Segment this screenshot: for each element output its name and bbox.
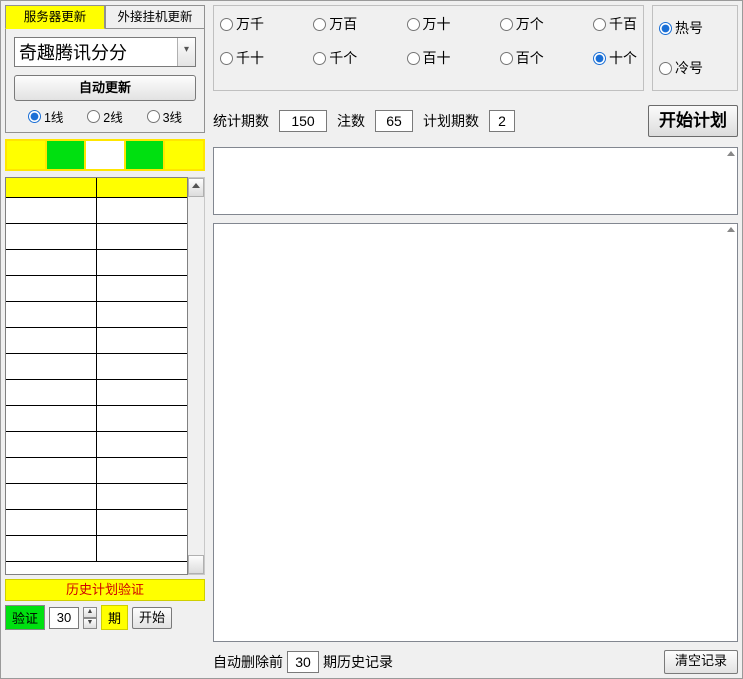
auto-update-button[interactable]: 自动更新 (14, 75, 196, 101)
top-option-row: 万千 万百 万十 万个 千百 千十 千个 百十 百个 十个 热 (213, 5, 738, 91)
tab-external-update[interactable]: 外接挂机更新 (105, 5, 205, 29)
table-row (6, 276, 187, 302)
app-window: 服务器更新 外接挂机更新 奇趣腾讯分分 ▾ 自动更新 1线 2线 3线 (0, 0, 743, 679)
period-unit-label: 期 (101, 605, 128, 630)
color-cell-5 (165, 141, 203, 169)
table-row (6, 406, 187, 432)
line-radio-group: 1线 2线 3线 (14, 101, 196, 126)
table-row (6, 250, 187, 276)
color-cell-4 (126, 141, 166, 169)
auto-delete-prefix: 自动删除前 (213, 652, 283, 672)
verify-spinner[interactable]: ▲ ▼ (83, 607, 97, 629)
table-row (6, 224, 187, 250)
table-row (6, 354, 187, 380)
dropdown-arrow-icon[interactable]: ▾ (177, 38, 195, 66)
stat-periods-input[interactable] (279, 110, 327, 132)
plan-periods-label: 计划期数 (423, 111, 479, 131)
pos-option[interactable]: 十个 (593, 48, 637, 68)
grid-header (6, 178, 187, 198)
grid-scrollbar[interactable] (188, 177, 205, 575)
table-row (6, 302, 187, 328)
bets-input[interactable] (375, 110, 413, 132)
start-verify-button[interactable]: 开始 (132, 607, 172, 629)
table-row (6, 432, 187, 458)
data-grid[interactable] (5, 177, 188, 575)
auto-delete-suffix: 期历史记录 (323, 652, 393, 672)
tab-server-update[interactable]: 服务器更新 (5, 5, 105, 29)
pos-option[interactable]: 万个 (500, 14, 544, 34)
spinner-up-icon[interactable]: ▲ (83, 607, 97, 618)
pos-option[interactable]: 万百 (313, 14, 357, 34)
pos-option[interactable]: 百十 (407, 48, 451, 68)
output-textbox-2[interactable] (213, 223, 738, 642)
spinner-down-icon[interactable]: ▼ (83, 618, 97, 629)
pos-option[interactable]: 万十 (407, 14, 451, 34)
color-indicator-row (5, 139, 205, 171)
color-cell-3 (86, 141, 126, 169)
plan-periods-input[interactable] (489, 110, 515, 132)
position-row-1: 万千 万百 万十 万个 千百 (220, 14, 637, 34)
output-textbox-1[interactable] (213, 147, 738, 215)
table-row (6, 510, 187, 536)
bets-label: 注数 (337, 111, 365, 131)
position-group: 万千 万百 万十 万个 千百 千十 千个 百十 百个 十个 (213, 5, 644, 91)
table-row (6, 380, 187, 406)
table-row (6, 484, 187, 510)
start-plan-button[interactable]: 开始计划 (648, 105, 738, 137)
radio-line-3[interactable]: 3线 (147, 107, 182, 126)
pos-option[interactable]: 千百 (593, 14, 637, 34)
stat-periods-label: 统计期数 (213, 111, 269, 131)
table-row (6, 536, 187, 562)
bottom-row: 自动删除前 期历史记录 清空记录 (213, 650, 738, 674)
clear-log-button[interactable]: 清空记录 (664, 650, 738, 674)
pos-option[interactable]: 百个 (500, 48, 544, 68)
pos-option[interactable]: 万千 (220, 14, 264, 34)
update-tabs: 服务器更新 外接挂机更新 (5, 5, 205, 29)
scroll-up-icon[interactable] (727, 150, 735, 156)
right-panel: 万千 万百 万十 万个 千百 千十 千个 百十 百个 十个 热 (205, 5, 738, 674)
radio-line-2[interactable]: 2线 (87, 107, 122, 126)
table-row (6, 198, 187, 224)
verify-row: 验证 ▲ ▼ 期 开始 (5, 605, 205, 630)
scroll-down-icon[interactable] (192, 564, 200, 569)
position-row-2: 千十 千个 百十 百个 十个 (220, 48, 637, 68)
auto-delete-input[interactable] (287, 651, 319, 673)
tab-body: 奇趣腾讯分分 ▾ 自动更新 1线 2线 3线 (5, 29, 205, 133)
stats-row: 统计期数 注数 计划期数 开始计划 (213, 105, 738, 137)
radio-hot[interactable]: 热号 (659, 18, 703, 38)
left-panel: 服务器更新 外接挂机更新 奇趣腾讯分分 ▾ 自动更新 1线 2线 3线 (5, 5, 205, 674)
dropdown-value: 奇趣腾讯分分 (15, 39, 177, 65)
color-cell-1 (7, 141, 47, 169)
scroll-up-icon[interactable] (192, 183, 200, 188)
table-row (6, 458, 187, 484)
verify-label: 验证 (5, 605, 45, 630)
table-row (6, 328, 187, 354)
color-cell-2 (47, 141, 87, 169)
pos-option[interactable]: 千十 (220, 48, 264, 68)
scroll-up-icon[interactable] (727, 226, 735, 232)
radio-cold[interactable]: 冷号 (659, 58, 703, 78)
verify-value-input[interactable] (49, 607, 79, 629)
hotcold-group: 热号 冷号 (652, 5, 738, 91)
radio-line-1[interactable]: 1线 (28, 107, 63, 126)
history-validate-title: 历史计划验证 (5, 579, 205, 601)
source-dropdown[interactable]: 奇趣腾讯分分 ▾ (14, 37, 196, 67)
data-grid-wrap (5, 177, 205, 575)
pos-option[interactable]: 千个 (313, 48, 357, 68)
